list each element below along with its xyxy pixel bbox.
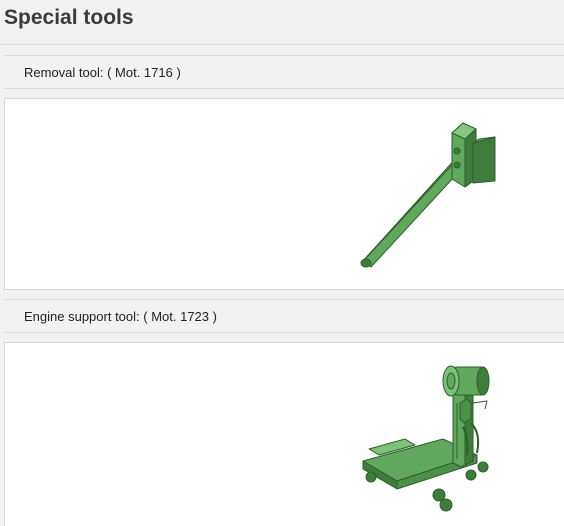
removal-tool-image-panel [4,98,564,290]
engine-support-tool-image-panel [4,342,564,526]
title-divider [0,44,564,45]
page-title: Special tools [4,6,134,29]
section-label-engine-support-tool: Engine support tool: ( Mot. 1723 ) [24,309,217,324]
engine-support-tool-illustration [362,365,490,512]
section-header-engine-support-tool: Engine support tool: ( Mot. 1723 ) [4,299,564,333]
section-header-removal-tool: Removal tool: ( Mot. 1716 ) [4,55,564,89]
removal-tool-illustration [360,122,496,268]
section-label-removal-tool: Removal tool: ( Mot. 1716 ) [24,65,181,80]
